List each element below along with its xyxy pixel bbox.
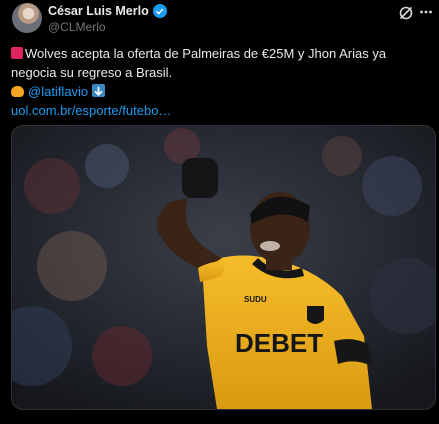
author-handle[interactable]: @CLMerlo — [48, 20, 106, 34]
tweet-text: Wolves acepta la oferta de Palmeiras de … — [11, 44, 431, 120]
down-arrow-icon — [92, 84, 106, 97]
mention-link[interactable]: @latiflavio — [28, 84, 88, 99]
author-row: César Luis Merlo — [48, 4, 167, 18]
siren-icon — [11, 47, 23, 59]
grok-icon[interactable] — [398, 5, 414, 21]
more-icon[interactable] — [419, 7, 433, 17]
player-photo: DEBET SUDU — [12, 126, 435, 409]
tweet[interactable]: César Luis Merlo @CLMerlo Wolves acepta … — [0, 0, 439, 424]
tweet-photo[interactable]: DEBET SUDU — [11, 125, 436, 410]
kit-brand: SUDU — [244, 295, 267, 304]
tweet-text-line-1: Wolves acepta la oferta de Palmeiras de … — [25, 46, 387, 61]
tweet-line-1: Wolves acepta la oferta de Palmeiras de … — [11, 44, 431, 63]
tweet-text-line-2: negocia su regreso a Brasil. — [11, 65, 173, 80]
verified-badge-icon — [152, 4, 167, 18]
avatar[interactable] — [12, 3, 42, 33]
article-link[interactable]: uol.com.br/esporte/futebo… — [11, 101, 431, 120]
shirt-sponsor: DEBET — [235, 328, 323, 358]
handshake-icon — [11, 86, 24, 97]
author-name[interactable]: César Luis Merlo — [48, 4, 149, 18]
tweet-line-3: @latiflavio — [11, 82, 431, 101]
